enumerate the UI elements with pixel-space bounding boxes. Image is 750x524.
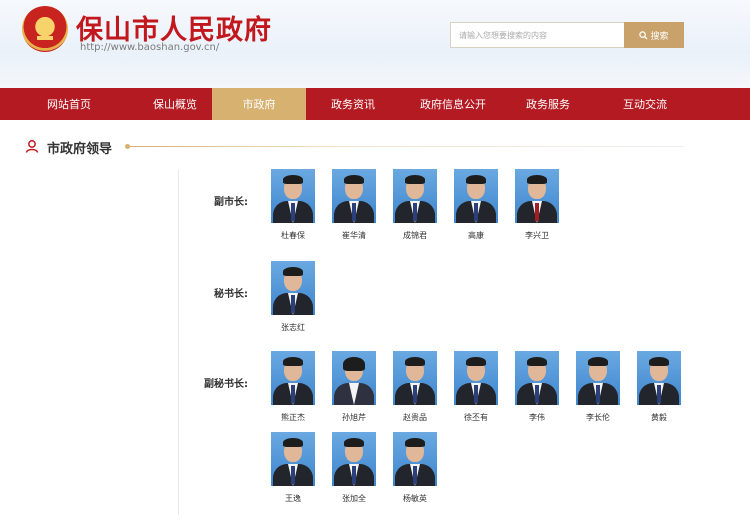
leader-name[interactable]: 杜春保	[267, 230, 319, 241]
nav-item-news[interactable]: 政务资讯	[306, 88, 400, 120]
site-url: http://www.baoshan.gov.cn/	[80, 42, 220, 53]
leader-photo[interactable]	[515, 351, 559, 405]
leader-name[interactable]: 孙旭芹	[328, 412, 380, 423]
leader-name[interactable]: 赵贵品	[389, 412, 441, 423]
leader-card[interactable]: 杨敏英	[389, 432, 441, 504]
leader-photo[interactable]	[271, 261, 315, 315]
main-nav: 网站首页 保山概览 市政府 政务资讯 政府信息公开 政务服务 互动交流	[0, 88, 750, 120]
section-title: 市政府领导	[47, 142, 113, 157]
nav-item-overview[interactable]: 保山概览	[138, 88, 212, 120]
leader-photo[interactable]	[271, 169, 315, 223]
leader-card[interactable]: 黄毅	[633, 351, 685, 423]
leader-name[interactable]: 李伟	[511, 412, 563, 423]
leader-card[interactable]: 李兴卫	[511, 169, 563, 241]
role-label-deputy-secretary: 副秘书长:	[204, 379, 248, 390]
leader-name[interactable]: 崔华清	[328, 230, 380, 241]
leader-name[interactable]: 李长伦	[572, 412, 624, 423]
national-emblem-logo[interactable]	[22, 6, 68, 52]
leader-card[interactable]: 张加全	[328, 432, 380, 504]
leader-name[interactable]: 杨敏英	[389, 493, 441, 504]
leader-photo[interactable]	[393, 351, 437, 405]
leader-name[interactable]: 徐丕有	[450, 412, 502, 423]
leader-photo[interactable]	[637, 351, 681, 405]
leader-card[interactable]: 杜春保	[267, 169, 319, 241]
leader-name[interactable]: 王逸	[267, 493, 319, 504]
nav-item-city-government[interactable]: 市政府	[212, 88, 306, 120]
leader-photo[interactable]	[393, 432, 437, 486]
leader-name[interactable]: 高康	[450, 230, 502, 241]
nav-item-home[interactable]: 网站首页	[0, 88, 138, 120]
role-label-vice-mayor: 副市长:	[214, 197, 248, 208]
search-icon	[639, 30, 649, 40]
leader-card[interactable]: 孙旭芹	[328, 351, 380, 423]
content-divider	[178, 170, 179, 515]
leader-name[interactable]: 李兴卫	[511, 230, 563, 241]
leader-photo[interactable]	[576, 351, 620, 405]
leader-card[interactable]: 张志红	[267, 261, 319, 333]
leader-card[interactable]: 李长伦	[572, 351, 624, 423]
search-button[interactable]: 搜索	[624, 22, 684, 48]
leader-card[interactable]: 李伟	[511, 351, 563, 423]
leader-name[interactable]: 熊正杰	[267, 412, 319, 423]
site-header: 保山市人民政府 http://www.baoshan.gov.cn/ 搜索	[0, 0, 750, 88]
leader-name[interactable]: 张加全	[328, 493, 380, 504]
nav-item-info-disclosure[interactable]: 政府信息公开	[400, 88, 506, 120]
person-icon	[25, 140, 39, 153]
title-divider	[128, 146, 684, 147]
leader-photo[interactable]	[393, 169, 437, 223]
leader-card[interactable]: 赵贵品	[389, 351, 441, 423]
leader-photo[interactable]	[515, 169, 559, 223]
leader-photo[interactable]	[332, 351, 376, 405]
nav-item-services[interactable]: 政务服务	[506, 88, 590, 120]
leader-photo[interactable]	[271, 432, 315, 486]
leader-name[interactable]: 黄毅	[633, 412, 685, 423]
leader-card[interactable]: 成锦君	[389, 169, 441, 241]
leader-photo[interactable]	[454, 351, 498, 405]
leader-photo[interactable]	[271, 351, 315, 405]
leader-card[interactable]: 高康	[450, 169, 502, 241]
nav-item-interaction[interactable]: 互动交流	[590, 88, 700, 120]
search-button-label: 搜索	[650, 31, 669, 42]
leader-card[interactable]: 熊正杰	[267, 351, 319, 423]
leader-card[interactable]: 徐丕有	[450, 351, 502, 423]
leader-photo[interactable]	[454, 169, 498, 223]
leader-name[interactable]: 成锦君	[389, 230, 441, 241]
leader-photo[interactable]	[332, 169, 376, 223]
leader-card[interactable]: 王逸	[267, 432, 319, 504]
role-label-secretary-general: 秘书长:	[214, 289, 248, 300]
leader-card[interactable]: 崔华清	[328, 169, 380, 241]
search-input[interactable]	[450, 22, 624, 48]
leader-photo[interactable]	[332, 432, 376, 486]
leader-name[interactable]: 张志红	[267, 322, 319, 333]
